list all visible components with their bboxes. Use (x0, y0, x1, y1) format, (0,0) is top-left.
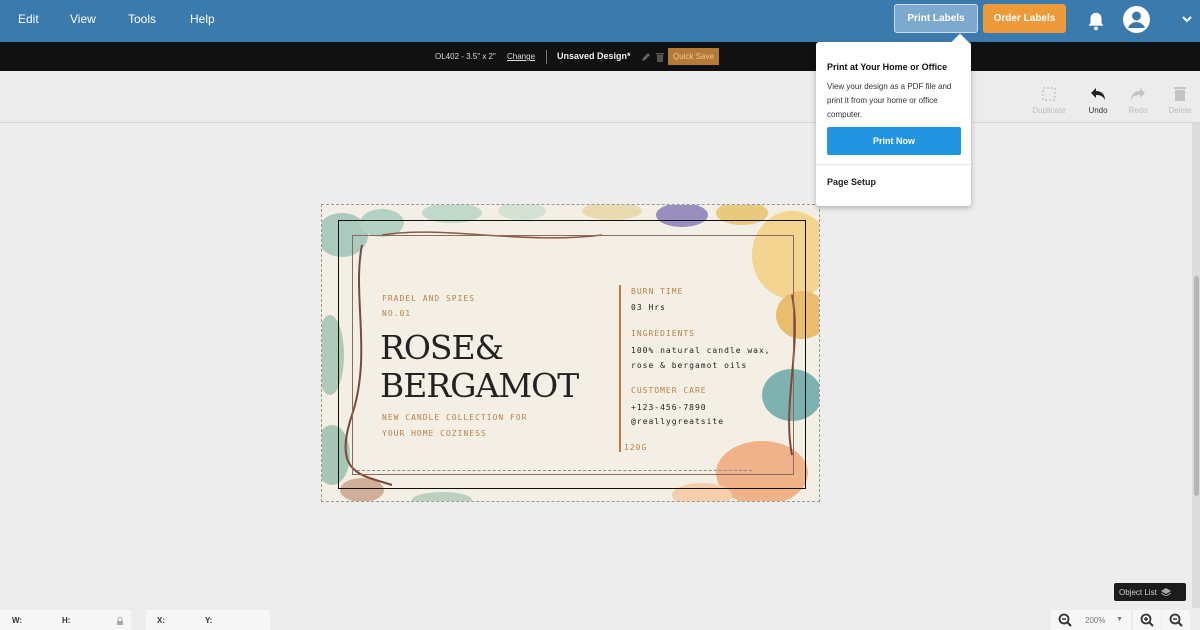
print-labels-popup: Print at Your Home or Office View your d… (816, 33, 971, 206)
divider (546, 50, 547, 64)
zoom-fit-button[interactable] (1162, 610, 1190, 630)
label-design[interactable]: FRADEL AND SPIES NO.01 ROSE& BERGAMOT NE… (321, 204, 820, 502)
delete-icon (1174, 87, 1186, 101)
safe-area-guide (352, 470, 752, 471)
duplicate-label: Duplicate (1032, 106, 1066, 115)
width-label: W: (12, 616, 23, 625)
undo-button[interactable]: Undo (1078, 85, 1118, 115)
object-list-button[interactable]: Object List (1114, 583, 1186, 601)
layers-icon (1160, 588, 1171, 596)
label-title-line2[interactable]: BERGAMOT (380, 369, 579, 402)
menu-tools[interactable]: Tools (128, 12, 156, 26)
object-list-label: Object List (1119, 587, 1157, 597)
zoom-in-icon (1140, 613, 1154, 627)
weight-label[interactable]: 120G (624, 443, 647, 452)
top-nav: Edit View Tools Help Print Labels Order … (0, 0, 1200, 42)
design-info-bar: OL402 - 3.5" x 2" Change Unsaved Design* (0, 42, 1200, 71)
bell-icon[interactable] (1085, 10, 1107, 32)
popup-description: View your design as a PDF file and print… (827, 82, 952, 119)
order-labels-button[interactable]: Order Labels (983, 4, 1066, 33)
zoom-out-icon (1058, 613, 1072, 627)
label-number[interactable]: NO.01 (382, 309, 411, 318)
lock-icon[interactable] (116, 617, 124, 625)
design-name[interactable]: Unsaved Design* (557, 51, 631, 61)
menu-help[interactable]: Help (190, 12, 215, 26)
zoom-in-button[interactable] (1133, 610, 1161, 630)
phone-number[interactable]: +123-456-7890 (631, 403, 707, 412)
popup-heading: Print at Your Home or Office (827, 62, 948, 72)
ingredients-line-2[interactable]: rose & bergamot oils (631, 361, 747, 370)
trash-icon[interactable] (655, 52, 665, 62)
template-size: OL402 - 3.5" x 2" (435, 52, 496, 61)
website-handle[interactable]: @reallygreatsite (631, 417, 724, 426)
zoom-level: 200% (1085, 616, 1106, 625)
pencil-icon[interactable] (641, 52, 651, 62)
zoom-out-button[interactable] (1051, 610, 1079, 630)
label-brand[interactable]: FRADEL AND SPIES (382, 294, 475, 303)
customer-care-label[interactable]: CUSTOMER CARE (631, 386, 707, 395)
redo-button[interactable]: Redo (1118, 85, 1158, 115)
duplicate-icon (1042, 87, 1056, 101)
dropdown-arrow-icon: ▼ (1116, 616, 1123, 623)
change-template-link[interactable]: Change (507, 52, 535, 61)
delete-label: Delete (1168, 106, 1192, 115)
burn-time-label[interactable]: BURN TIME (631, 287, 683, 296)
delete-button[interactable]: Delete (1160, 85, 1200, 115)
page-setup-link[interactable]: Page Setup (827, 177, 876, 187)
zoom-level-select[interactable]: 200% ▼ (1079, 610, 1131, 630)
menu-edit[interactable]: Edit (18, 12, 39, 26)
print-labels-button[interactable]: Print Labels (894, 4, 978, 33)
menu-view[interactable]: View (70, 12, 96, 26)
label-title-line1[interactable]: ROSE& (380, 331, 504, 364)
ingredients-line-1[interactable]: 100% natural candle wax, (631, 346, 771, 355)
x-label: X: (157, 616, 165, 625)
redo-label: Redo (1128, 106, 1148, 115)
status-bar: W: H: X: Y: 200% ▼ (0, 608, 1200, 630)
undo-label: Undo (1088, 106, 1108, 115)
label-tagline-1[interactable]: NEW CANDLE COLLECTION FOR (382, 413, 527, 422)
vertical-rule (619, 285, 621, 452)
user-avatar-icon[interactable] (1123, 6, 1150, 33)
scrollbar-thumb[interactable] (1194, 276, 1199, 496)
chevron-down-icon[interactable] (1181, 13, 1193, 25)
edit-toolbar: Duplicate Undo Redo Delete (0, 71, 1200, 123)
redo-icon (1131, 88, 1145, 100)
quick-save-button[interactable]: Quick Save (668, 48, 719, 65)
duplicate-button[interactable]: Duplicate (1029, 85, 1069, 115)
popup-divider (816, 164, 971, 165)
ingredients-label[interactable]: INGREDIENTS (631, 329, 695, 338)
height-label: H: (62, 616, 71, 625)
y-label: Y: (205, 616, 213, 625)
burn-time-value[interactable]: 03 Hrs (631, 303, 666, 312)
print-now-button[interactable]: Print Now (827, 127, 961, 155)
undo-icon (1091, 88, 1105, 100)
zoom-fit-icon (1169, 613, 1183, 627)
label-tagline-2[interactable]: YOUR HOME COZINESS (382, 429, 487, 438)
